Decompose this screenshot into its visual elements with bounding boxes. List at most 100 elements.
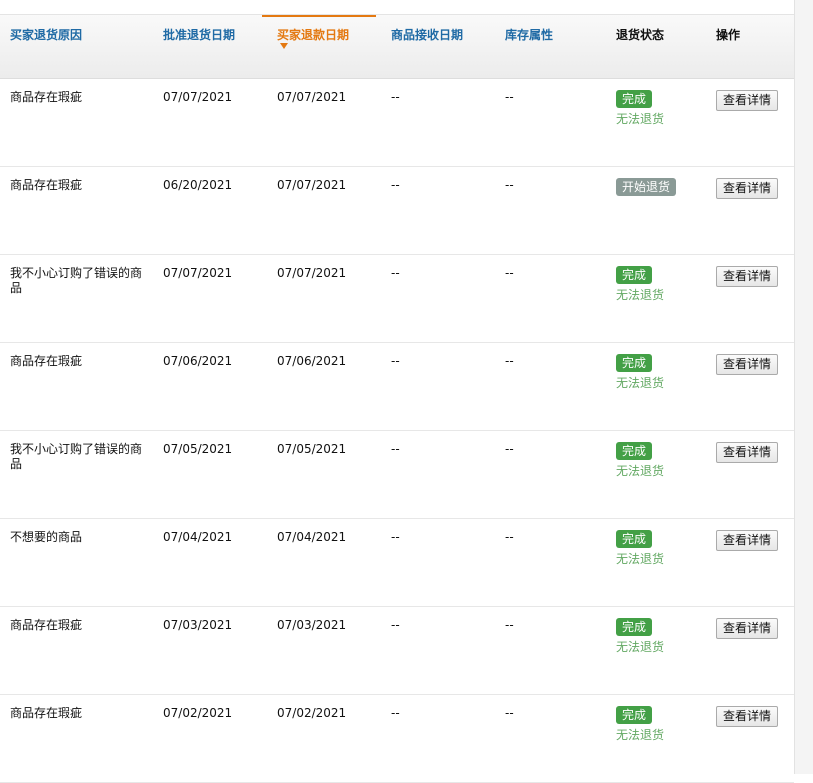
return-reason: 商品存在瑕疵 — [10, 706, 83, 720]
stock-attribute: -- — [505, 266, 514, 280]
table-row: 我不小心订购了错误的商品 07/07/2021 07/07/2021 -- --… — [0, 255, 794, 343]
stock-attribute: -- — [505, 90, 514, 104]
stock-attribute: -- — [505, 706, 514, 720]
table-row: 不想要的商品 07/04/2021 07/04/2021 -- -- 完成 无法… — [0, 519, 794, 607]
status-cell: 完成 无法退货 — [616, 266, 664, 303]
status-badge: 完成 — [616, 618, 653, 636]
refund-date: 07/05/2021 — [277, 442, 347, 456]
receive-date: -- — [391, 706, 400, 720]
status-cell: 完成 无法退货 — [616, 354, 664, 391]
return-reason: 我不小心订购了错误的商品 — [10, 442, 143, 471]
receive-date: -- — [391, 530, 400, 544]
status-note: 无法退货 — [616, 288, 665, 302]
approve-date: 07/06/2021 — [163, 354, 233, 368]
status-cell: 完成 无法退货 — [616, 706, 664, 743]
column-header-approve-date[interactable]: 批准退货日期 — [163, 26, 235, 43]
view-details-button[interactable]: 查看详情 — [716, 618, 779, 639]
approve-date: 07/05/2021 — [163, 442, 233, 456]
view-details-button[interactable]: 查看详情 — [716, 442, 779, 463]
approve-date: 07/07/2021 — [163, 90, 233, 104]
status-badge: 开始退货 — [616, 178, 677, 196]
return-reason: 商品存在瑕疵 — [10, 354, 83, 368]
view-details-button[interactable]: 查看详情 — [716, 354, 779, 375]
status-cell: 完成 无法退货 — [616, 90, 664, 127]
returns-table: 买家退货原因 批准退货日期 买家退款日期 商品接收日期 库存属性 退货状态 操作… — [0, 0, 794, 783]
status-cell: 完成 无法退货 — [616, 530, 664, 567]
approve-date: 07/03/2021 — [163, 618, 233, 632]
status-note: 无法退货 — [616, 464, 665, 478]
table-row: 商品存在瑕疵 07/02/2021 07/02/2021 -- -- 完成 无法… — [0, 695, 794, 783]
receive-date: -- — [391, 90, 400, 104]
refund-date: 07/03/2021 — [277, 618, 347, 632]
action-cell: 查看详情 — [716, 618, 779, 639]
status-badge: 完成 — [616, 354, 653, 372]
return-reason: 商品存在瑕疵 — [10, 618, 83, 632]
receive-date: -- — [391, 354, 400, 368]
stock-attribute: -- — [505, 618, 514, 632]
view-details-button[interactable]: 查看详情 — [716, 706, 779, 727]
stock-attribute: -- — [505, 354, 514, 368]
refund-date: 07/02/2021 — [277, 706, 347, 720]
view-details-button[interactable]: 查看详情 — [716, 90, 779, 111]
return-reason: 商品存在瑕疵 — [10, 90, 83, 104]
status-note: 无法退货 — [616, 728, 665, 742]
action-cell: 查看详情 — [716, 178, 779, 199]
status-note: 无法退货 — [616, 112, 665, 126]
action-cell: 查看详情 — [716, 706, 779, 727]
receive-date: -- — [391, 178, 400, 192]
sort-desc-icon[interactable] — [280, 43, 288, 49]
approve-date: 07/04/2021 — [163, 530, 233, 544]
action-cell: 查看详情 — [716, 266, 779, 287]
table-row: 商品存在瑕疵 07/06/2021 07/06/2021 -- -- 完成 无法… — [0, 343, 794, 431]
return-reason: 不想要的商品 — [10, 530, 83, 544]
approve-date: 06/20/2021 — [163, 178, 233, 192]
column-header-status: 退货状态 — [616, 28, 665, 42]
refund-date: 07/06/2021 — [277, 354, 347, 368]
stock-attribute: -- — [505, 442, 514, 456]
status-badge: 完成 — [616, 90, 653, 108]
status-note: 无法退货 — [616, 552, 665, 566]
table-row: 我不小心订购了错误的商品 07/05/2021 07/05/2021 -- --… — [0, 431, 794, 519]
receive-date: -- — [391, 442, 400, 456]
view-details-button[interactable]: 查看详情 — [716, 266, 779, 287]
table-row: 商品存在瑕疵 06/20/2021 07/07/2021 -- -- 开始退货 … — [0, 167, 794, 255]
status-badge: 完成 — [616, 530, 653, 548]
refund-date: 07/07/2021 — [277, 266, 347, 280]
column-header-refund-date[interactable]: 买家退款日期 — [277, 26, 349, 43]
view-details-button[interactable]: 查看详情 — [716, 178, 779, 199]
scrollbar-track[interactable] — [794, 0, 813, 774]
sorted-column-indicator — [262, 15, 376, 17]
table-header: 买家退货原因 批准退货日期 买家退款日期 商品接收日期 库存属性 退货状态 操作 — [0, 15, 794, 79]
status-badge: 完成 — [616, 442, 653, 460]
action-cell: 查看详情 — [716, 530, 779, 551]
stock-attribute: -- — [505, 178, 514, 192]
refund-date: 07/07/2021 — [277, 178, 347, 192]
status-cell: 开始退货 — [616, 178, 677, 196]
return-reason: 商品存在瑕疵 — [10, 178, 83, 192]
approve-date: 07/02/2021 — [163, 706, 233, 720]
column-header-reason[interactable]: 买家退货原因 — [10, 26, 82, 43]
status-badge: 完成 — [616, 266, 653, 284]
status-note: 无法退货 — [616, 640, 665, 654]
action-cell: 查看详情 — [716, 90, 779, 111]
column-header-stock-attribute[interactable]: 库存属性 — [505, 26, 553, 43]
action-cell: 查看详情 — [716, 442, 779, 463]
status-cell: 完成 无法退货 — [616, 442, 664, 479]
refund-date: 07/07/2021 — [277, 90, 347, 104]
receive-date: -- — [391, 266, 400, 280]
column-header-receive-date[interactable]: 商品接收日期 — [391, 26, 463, 43]
table-top-strip — [0, 0, 794, 15]
column-header-action: 操作 — [716, 28, 741, 42]
action-cell: 查看详情 — [716, 354, 779, 375]
return-reason: 我不小心订购了错误的商品 — [10, 266, 143, 295]
status-note: 无法退货 — [616, 376, 665, 390]
table-row: 商品存在瑕疵 07/03/2021 07/03/2021 -- -- 完成 无法… — [0, 607, 794, 695]
approve-date: 07/07/2021 — [163, 266, 233, 280]
refund-date: 07/04/2021 — [277, 530, 347, 544]
receive-date: -- — [391, 618, 400, 632]
table-body: 商品存在瑕疵 07/07/2021 07/07/2021 -- -- 完成 无法… — [0, 79, 794, 783]
table-row: 商品存在瑕疵 07/07/2021 07/07/2021 -- -- 完成 无法… — [0, 79, 794, 167]
status-cell: 完成 无法退货 — [616, 618, 664, 655]
stock-attribute: -- — [505, 530, 514, 544]
view-details-button[interactable]: 查看详情 — [716, 530, 779, 551]
